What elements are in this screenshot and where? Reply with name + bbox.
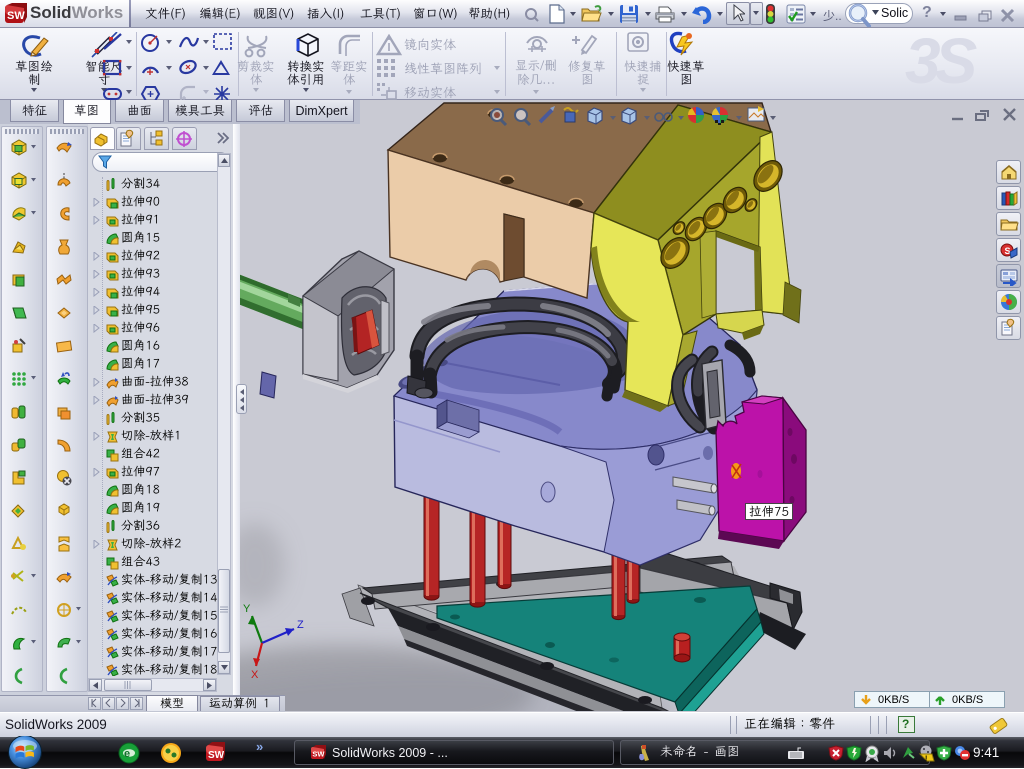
svg-text:SW: SW [208,750,225,761]
svg-text:Z: Z [297,619,304,631]
svg-text:X: X [251,669,259,681]
svg-text:Y: Y [243,603,251,615]
svg-text:!: ! [925,756,927,763]
svg-text:e: e [124,748,130,760]
svg-text:S: S [1005,246,1011,256]
svg-text:SW: SW [312,750,325,759]
svg-text:SW: SW [7,10,25,22]
